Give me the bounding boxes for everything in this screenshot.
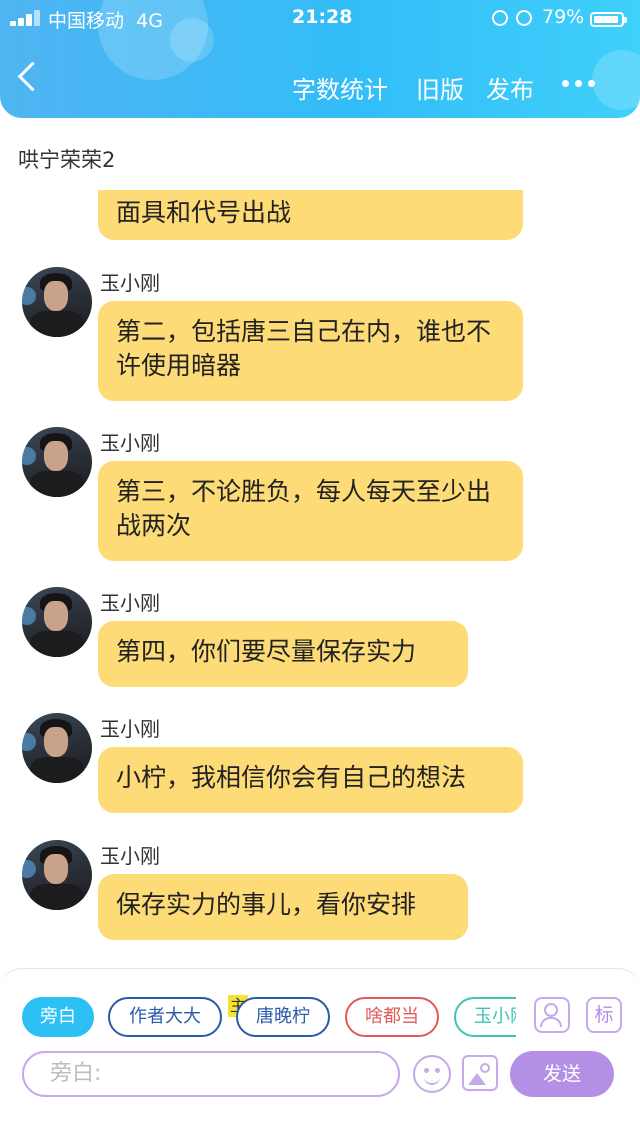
sender-name: 玉小刚 xyxy=(100,271,160,295)
sender-name: 玉小刚 xyxy=(100,591,160,615)
battery-fill xyxy=(594,16,618,23)
word-count-button[interactable]: 字数统计 xyxy=(292,70,388,105)
alarm-icon xyxy=(516,10,532,26)
old-version-button[interactable]: 旧版 xyxy=(416,70,464,105)
sender-name: 玉小刚 xyxy=(100,717,160,741)
back-arrow-icon[interactable] xyxy=(17,61,48,92)
message-bubble: 第四，你们要尽量保存实力 xyxy=(98,621,468,687)
message-bubble: 保存实力的事儿，看你安排 xyxy=(98,874,468,940)
role-chip-any[interactable]: 啥都当 xyxy=(345,997,439,1037)
send-button[interactable]: 发送 xyxy=(510,1051,614,1097)
battery-percent: 79% xyxy=(542,6,585,28)
page-title: 哄宁荣荣2 xyxy=(18,148,116,172)
carrier-label: 中国移动 4G xyxy=(48,10,163,32)
sender-name: 玉小刚 xyxy=(100,431,160,455)
message-input[interactable]: 旁白: xyxy=(22,1051,400,1097)
avatar[interactable] xyxy=(22,427,92,497)
network-label: 4G xyxy=(136,10,163,32)
role-manage-button[interactable] xyxy=(534,997,570,1033)
top-header: 中国移动 4G 21:28 79% 字数统计 旧版 发布 xyxy=(0,0,640,118)
avatar[interactable] xyxy=(22,840,92,910)
status-bar: 中国移动 4G 21:28 79% xyxy=(0,6,640,32)
role-chip-clip: 玉小刚 xyxy=(454,995,516,1041)
signal-icon xyxy=(10,10,44,26)
role-chip-narrator[interactable]: 旁白 xyxy=(22,997,94,1037)
tag-button[interactable]: 标 xyxy=(586,997,622,1033)
role-chip-tang[interactable]: 唐晚柠 xyxy=(236,997,330,1037)
composer-panel: 旁白 作者大大 主 唐晚柠 啥都当 玉小刚 标 旁白: 发送 xyxy=(0,968,640,1140)
message-bubble: 第三，不论胜负，每人每天至少出战两次 xyxy=(98,461,523,561)
message-bubble: 第二，包括唐三自己在内，谁也不许使用暗器 xyxy=(98,301,523,401)
person-icon xyxy=(544,1003,558,1017)
message-bubble: 面具和代号出战 xyxy=(98,190,523,240)
sender-name: 玉小刚 xyxy=(100,844,160,868)
decor-circle xyxy=(592,50,640,110)
message-bubble: 小柠，我相信你会有自己的想法 xyxy=(98,747,523,813)
publish-button[interactable]: 发布 xyxy=(486,70,534,105)
image-icon[interactable] xyxy=(462,1055,498,1091)
clock: 21:28 xyxy=(292,6,353,28)
battery-icon xyxy=(590,12,627,27)
emoji-icon[interactable] xyxy=(413,1055,451,1093)
avatar[interactable] xyxy=(22,267,92,337)
rotation-lock-icon xyxy=(492,10,508,26)
chat-list[interactable]: 面具和代号出战 玉小刚 第二，包括唐三自己在内，谁也不许使用暗器 玉小刚 第三，… xyxy=(0,190,640,960)
avatar[interactable] xyxy=(22,713,92,783)
role-chip-author[interactable]: 作者大大 xyxy=(108,997,222,1037)
role-chip-yu[interactable]: 玉小刚 xyxy=(454,997,516,1037)
avatar[interactable] xyxy=(22,587,92,657)
